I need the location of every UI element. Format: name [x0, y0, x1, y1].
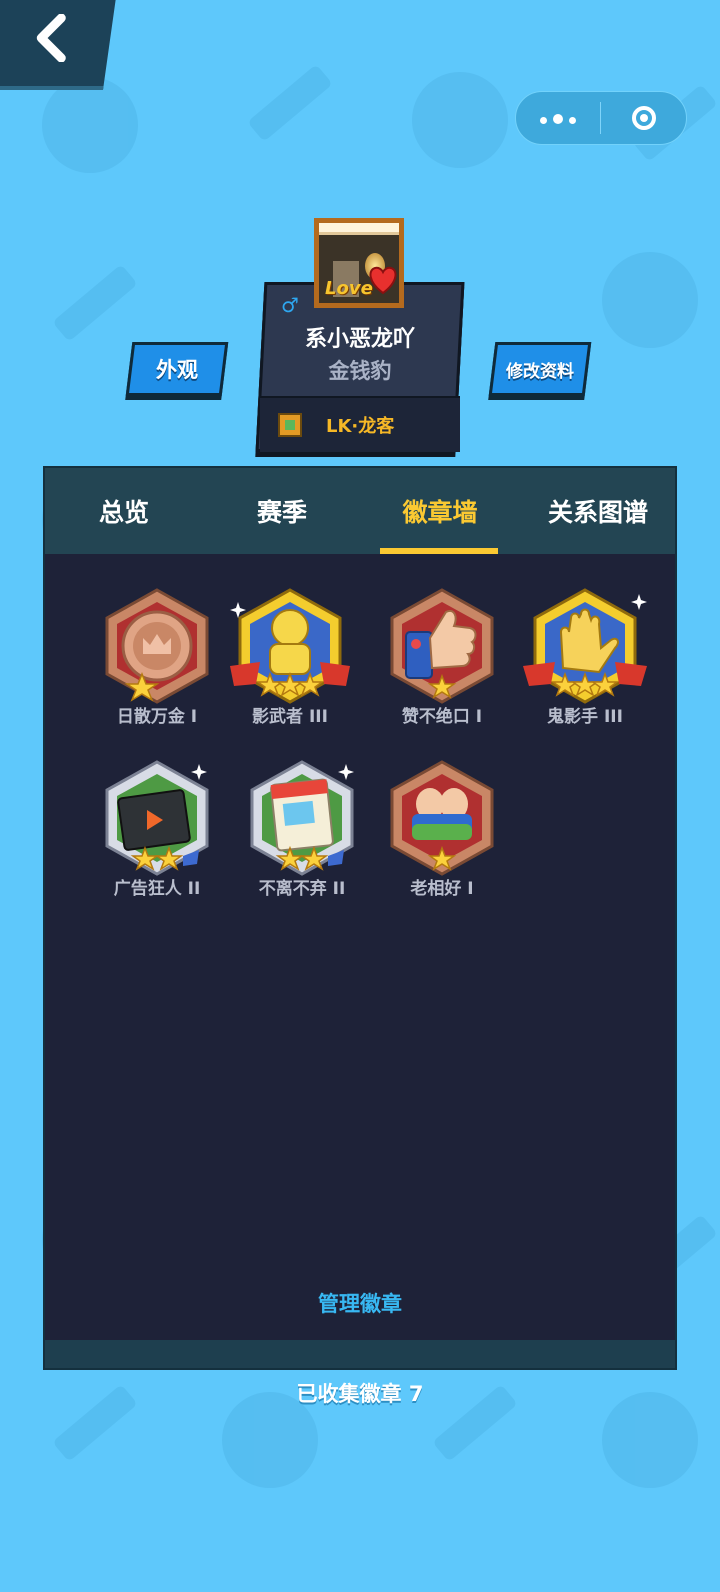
panel-footer — [45, 1340, 675, 1368]
edit-profile-button[interactable]: 修改资料 — [488, 342, 592, 396]
thumbs-up-icon — [390, 588, 494, 704]
badge-label: 影武者 III — [252, 707, 328, 727]
more-dots-icon — [537, 109, 579, 128]
badge-grid: 日散万金 I 影武者 III 赞不绝口 I 鬼影手 III 广告狂人 II 不离… — [45, 554, 675, 1340]
mini-program-capsule — [515, 91, 687, 145]
guild-name: LK·龙客 — [326, 416, 395, 437]
chevron-left-icon — [36, 14, 66, 62]
heart-icon — [369, 266, 397, 295]
video-play-icon — [105, 760, 209, 876]
glove-hand-icon — [523, 588, 647, 704]
more-button[interactable] — [516, 91, 600, 145]
tab-bar: 总览 赛季 徽章墙 关系图谱 — [45, 468, 677, 555]
badge-label: 鬼影手 III — [547, 707, 623, 727]
guild-emblem-icon — [278, 413, 302, 437]
gender-icon: ♂ — [281, 293, 299, 317]
badge-item[interactable]: 不离不弃 II — [232, 760, 372, 900]
badge-item[interactable]: 老相好 I — [372, 760, 512, 900]
crown-coin-icon — [105, 588, 209, 704]
appearance-button[interactable]: 外观 — [125, 342, 229, 396]
badge-label: 不离不弃 II — [258, 879, 346, 899]
badge-item[interactable]: 鬼影手 III — [515, 588, 655, 728]
hug-icon — [390, 760, 494, 876]
ninja-icon — [230, 588, 350, 704]
manage-badges-link[interactable]: 管理徽章 — [0, 1288, 720, 1318]
target-close-icon — [631, 106, 656, 130]
tab-season[interactable]: 赛季 — [203, 468, 361, 554]
back-button[interactable] — [0, 0, 118, 90]
badge-item[interactable]: 影武者 III — [220, 588, 360, 728]
edit-profile-button-label: 修改资料 — [506, 361, 574, 382]
guild-bar[interactable]: LK·龙客 — [260, 396, 460, 452]
badge-item[interactable]: 日散万金 I — [87, 588, 227, 728]
badge-panel: 总览 赛季 徽章墙 关系图谱 日散万金 I 影武者 III 赞不绝口 I 鬼影手… — [43, 466, 677, 1370]
rank-title: 金钱豹 — [328, 359, 392, 383]
collected-count: 已收集徽章 7 — [296, 1382, 424, 1406]
badge-item[interactable]: 广告狂人 II — [87, 760, 227, 900]
calendar-icon — [250, 760, 354, 876]
badge-label: 广告狂人 II — [113, 879, 201, 899]
badge-label: 赞不绝口 I — [401, 707, 483, 727]
appearance-button-label: 外观 — [156, 358, 198, 382]
badge-item[interactable]: 赞不绝口 I — [372, 588, 512, 728]
nickname: 系小恶龙吖 — [304, 327, 415, 352]
tab-badge-wall[interactable]: 徽章墙 — [361, 468, 519, 554]
close-button[interactable] — [601, 91, 686, 145]
tab-overview[interactable]: 总览 — [45, 468, 203, 554]
badge-label: 老相好 I — [410, 879, 474, 899]
tab-relationship[interactable]: 关系图谱 — [519, 468, 677, 554]
